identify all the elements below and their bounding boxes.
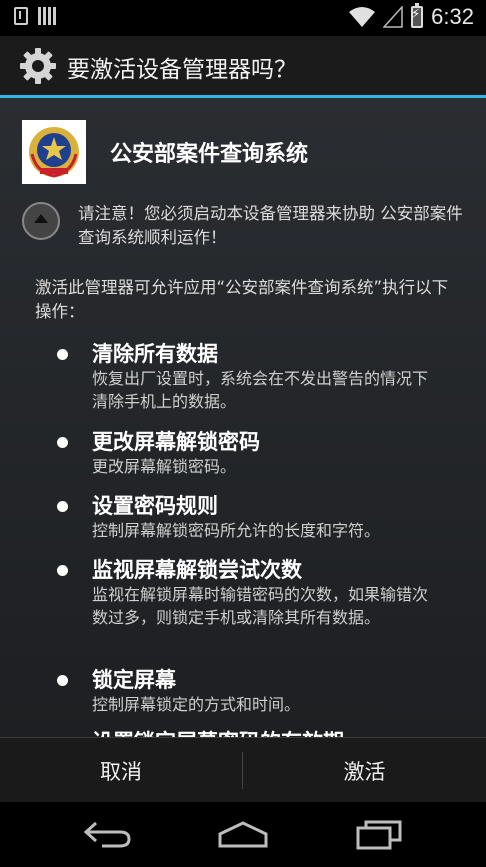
dialog-title: 要激活设备管理器吗？ <box>67 57 297 83</box>
home-button[interactable] <box>203 812 283 856</box>
gear-icon <box>20 48 56 84</box>
back-icon <box>83 821 131 848</box>
bullet-icon <box>57 501 68 512</box>
app-header: 公安部案件查询系统 <box>22 120 308 184</box>
policy-description: 更改屏幕解锁密码。 <box>92 457 237 476</box>
dialog-title-bar: 要激活设备管理器吗？ <box>0 36 486 98</box>
app-name: 公安部案件查询系统 <box>110 142 309 167</box>
wifi-icon <box>349 7 376 27</box>
policy-title: 更改屏幕解锁密码 <box>92 430 260 454</box>
activate-button[interactable]: 激活 <box>243 738 486 803</box>
permission-description: 激活此管理器可允许应用“公安部案件查询系统”执行以下操作： <box>35 278 449 321</box>
bullet-icon <box>57 437 68 448</box>
bullet-icon <box>57 349 68 360</box>
policy-title: 清除所有数据 <box>92 342 218 366</box>
recent-apps-button[interactable] <box>339 812 419 856</box>
cancel-button[interactable]: 取消 <box>0 738 242 803</box>
bullet-icon <box>57 565 68 576</box>
back-button[interactable] <box>68 812 148 856</box>
policy-title: 设置密码规则 <box>92 494 218 518</box>
bullet-icon <box>57 675 68 686</box>
signal-icon <box>383 6 403 28</box>
home-icon <box>218 821 268 848</box>
warning-text: 请注意！您必须启动本设备管理器来协助 公安部案件查询系统顺利运作！ <box>78 204 463 247</box>
recent-apps-icon <box>356 820 402 850</box>
barcode-icon <box>38 7 56 25</box>
battery-charging-icon <box>411 3 424 28</box>
status-right: 6:32 <box>349 3 474 30</box>
dialog-button-bar: 取消 激活 <box>0 737 486 803</box>
status-bar: 6:32 <box>0 0 486 36</box>
policy-description: 控制屏幕锁定的方式和时间。 <box>92 695 301 714</box>
policy-description: 监视在解锁屏幕时输错密码的次数，如果输错次数过多，则锁定手机或清除其所有数据。 <box>92 585 429 627</box>
status-left <box>14 7 56 25</box>
policy-description: 恢复出厂设置时，系统会在不发出警告的情况下清除手机上的数据。 <box>92 369 429 411</box>
policy-title: 监视屏幕解锁尝试次数 <box>92 558 302 582</box>
policy-title: 设置锁定屏幕密码的有效期 <box>92 726 344 737</box>
policy-title: 锁定屏幕 <box>92 668 176 692</box>
policy-description: 控制屏幕解锁密码所允许的长度和字符。 <box>92 521 381 540</box>
police-emblem-icon <box>22 120 86 184</box>
download-icon <box>14 7 28 25</box>
clock: 6:32 <box>431 4 474 29</box>
dialog-content[interactable]: 公安部案件查询系统 请注意！您必须启动本设备管理器来协助 公安部案件查询系统顺利… <box>0 98 486 737</box>
navigation-bar <box>0 802 486 867</box>
collapse-arrow-icon[interactable] <box>22 202 60 240</box>
